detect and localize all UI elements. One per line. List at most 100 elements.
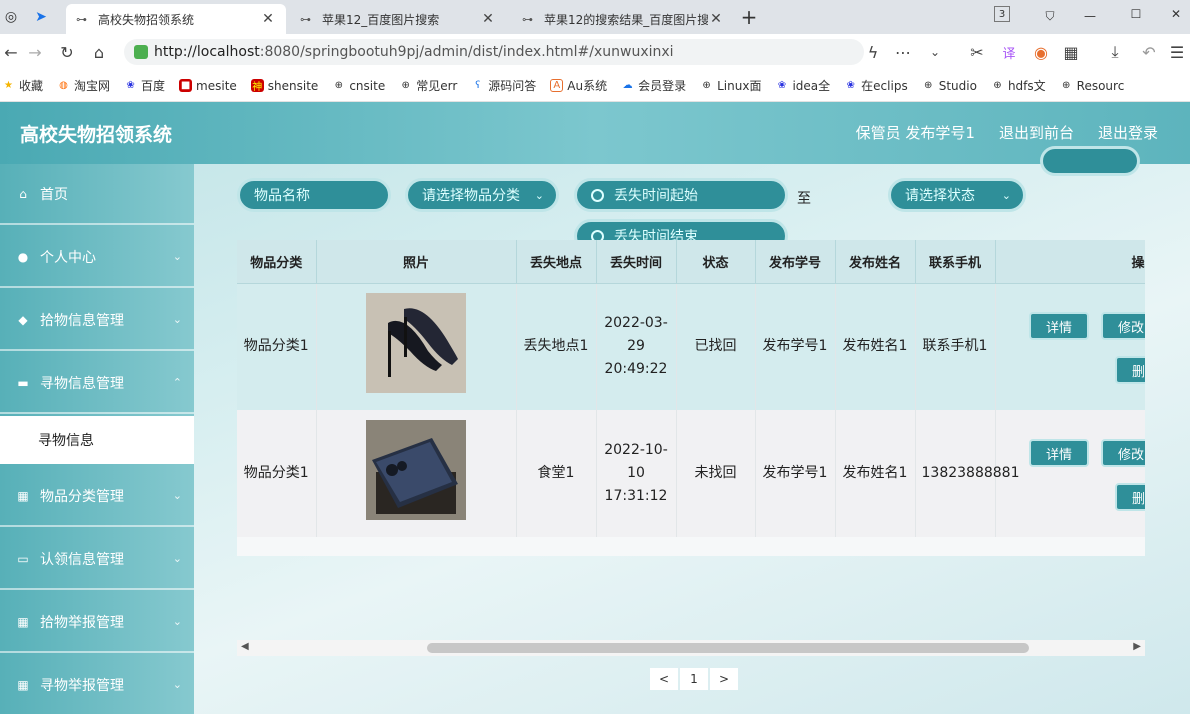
back-to-front-link[interactable]: 退出到前台 [999,122,1074,143]
detail-button[interactable]: 详情 [1029,312,1089,340]
source-icon: ʕ [475,80,481,91]
col-header[interactable]: 状态 [676,240,756,284]
bookmark-item[interactable]: ⊕ Resourc [1060,79,1124,93]
close-icon[interactable]: ✕ [480,11,496,27]
table-scrollbar[interactable]: ◀ ▶ [237,640,1145,656]
col-header[interactable]: 发布姓名 [835,240,916,284]
high-heels-photo[interactable] [366,292,466,393]
sidebar-item-lost-items[interactable]: ▬ 寻物信息管理 ⌃ [0,353,194,414]
bookmark-item[interactable]: A Au系统 [550,77,607,94]
apps-grid-icon[interactable]: ▦ [1060,41,1082,63]
menu-icon[interactable]: ☰ [1166,41,1188,63]
maximize-icon[interactable]: ☐ [1122,4,1150,24]
scissors-icon[interactable]: ✂ [966,41,988,63]
col-header[interactable]: 物品分类 [237,240,317,284]
delete-row-button[interactable]: 删除 [1115,356,1145,384]
bookmark-item[interactable]: ⊕ hdfs文 [991,77,1045,94]
detail-button[interactable]: 详情 [1029,439,1089,467]
reload-icon[interactable]: ↻ [56,41,78,63]
scrollbar-thumb[interactable] [427,643,1029,653]
sidebar-item-profile[interactable]: ● 个人中心 ⌄ [0,227,194,288]
header-links: 保管员 发布学号1 退出到前台 退出登录 [832,122,1158,143]
sidebar-item-lost-reports[interactable]: ▦ 寻物举报管理 ⌄ [0,655,194,714]
shirt-icon[interactable]: ⛉ [1036,6,1064,26]
bookmark-item[interactable]: ⊕ cnsite [332,79,386,93]
download-icon[interactable]: ⤓ [1104,41,1126,63]
logout-link[interactable]: 退出登录 [1098,122,1158,143]
app-header: 高校失物招领系统 保管员 发布学号1 退出到前台 退出登录 [0,102,1190,164]
bookmark-item[interactable]: ❀ 百度 [124,77,165,94]
tab-count-badge[interactable]: 3 [994,6,1010,22]
globe-icon: ⊕ [924,80,933,91]
bookmark-item[interactable]: ⊕ Studio [922,79,977,93]
cell-phone: 13823888881 [915,410,1019,537]
translate-icon[interactable]: 译 [998,41,1020,63]
minimize-icon[interactable]: — [1076,6,1104,26]
user-icon: ● [17,249,29,264]
iphone-photo[interactable] [366,419,466,520]
edit-button[interactable]: 修改 [1101,439,1145,467]
item-name-input[interactable]: 物品名称 [237,178,391,212]
close-icon[interactable]: ✕ [260,11,276,27]
address-bar[interactable]: http://localhost :8080/springbootuh9pj/a… [124,39,864,65]
prev-page-button[interactable]: < [650,668,678,690]
cloud-icon: ☁ [622,80,633,91]
col-header[interactable]: 发布学号 [755,240,836,284]
monitor-icon: ▭ [17,551,29,566]
bookmark-item[interactable]: ⊕ Linux面 [700,77,761,94]
bookmark-item[interactable]: ☁ 会员登录 [621,77,687,94]
tab-3[interactable]: ⊶ 苹果12的搜索结果_百度图片搜 ✕ [512,4,734,34]
col-header[interactable]: 照片 [316,240,517,284]
status-select[interactable]: 请选择状态 ⌄ [888,178,1026,212]
next-page-button[interactable]: > [710,668,738,690]
window-close-icon[interactable]: ✕ [1162,4,1190,24]
tab-2[interactable]: ⊶ 苹果12_百度图片搜索 ✕ [290,4,506,34]
sidebar-item-home[interactable]: ⌂ 首页 [0,164,194,225]
bookmarks-bar: ★ 收藏 ◍ 淘宝网 ❀ 百度 ■ mesite 神 shensite ⊕ cnsite ⊕… [0,70,1190,102]
col-header[interactable]: 联系手机 [915,240,996,284]
undo-icon[interactable]: ↶ [1138,41,1160,63]
bookmark-item[interactable]: ❀ idea全 [775,77,830,94]
close-icon[interactable]: ✕ [708,11,724,27]
data-table: 物品分类 照片 丢失地点 丢失时间 状态 发布学号 发布姓名 联系手机 操作 物… [237,240,1145,556]
bookmark-item[interactable]: ◍ 淘宝网 [57,77,110,94]
cell-category: 物品分类1 [237,283,317,410]
home-icon[interactable]: ⌂ [88,41,110,63]
scroll-right-icon[interactable]: ▶ [1133,641,1141,652]
telegram-icon[interactable]: ➤ [30,6,52,28]
more-icon[interactable]: ⋯ [892,41,914,63]
bookmark-item[interactable]: ❀ 在eclips [844,77,907,94]
col-header[interactable]: 丢失地点 [516,240,597,284]
url-host: http://localhost [154,44,260,60]
gamepad-icon: ⊶ [76,13,87,26]
bookmark-item[interactable]: ■ mesite [179,79,237,93]
category-select[interactable]: 请选择物品分类 ⌄ [405,178,559,212]
bookmark-item[interactable]: 神 shensite [250,79,318,93]
bookmark-item[interactable]: ★ 收藏 [2,77,43,94]
lightning-icon[interactable]: ϟ [862,41,884,63]
col-header[interactable]: 丢失时间 [596,240,677,284]
browser-nav-bar: ← → ↻ ⌂ http://localhost :8080/springboo… [0,34,1190,70]
sidebar-item-claims[interactable]: ▭ 认领信息管理 ⌄ [0,529,194,590]
search-button[interactable] [1040,146,1140,176]
scroll-left-icon[interactable]: ◀ [241,641,249,652]
delete-row-button[interactable]: 删除 [1115,483,1145,511]
back-icon[interactable]: ← [0,41,22,63]
forward-icon[interactable]: → [24,41,46,63]
browser-menu-icon[interactable]: ◎ [0,6,22,28]
tab-active[interactable]: ⊶ 高校失物招领系统 ✕ [66,4,286,34]
time-start-picker[interactable]: 丢失时间起始 [574,178,788,212]
new-tab-button[interactable]: + [738,5,760,29]
bookmark-item[interactable]: ʕ 源码问答 [471,77,536,94]
bookmark-item[interactable]: ⊕ 常见err [399,77,458,94]
sidebar-item-found-reports[interactable]: ▦ 拾物举报管理 ⌄ [0,592,194,653]
sidebar-subitem-lost-info[interactable]: 寻物信息 [0,416,194,464]
edit-button[interactable]: 修改 [1101,312,1145,340]
globe-icon: ⊕ [702,80,711,91]
game-icon[interactable]: ◉ [1030,41,1052,63]
current-page[interactable]: 1 [680,668,708,690]
sidebar-item-categories[interactable]: ▦ 物品分类管理 ⌄ [0,466,194,527]
chevron-down-icon[interactable]: ⌄ [924,41,946,63]
sidebar-item-found-items[interactable]: ◆ 拾物信息管理 ⌄ [0,290,194,351]
globe-icon: ⊕ [993,80,1002,91]
